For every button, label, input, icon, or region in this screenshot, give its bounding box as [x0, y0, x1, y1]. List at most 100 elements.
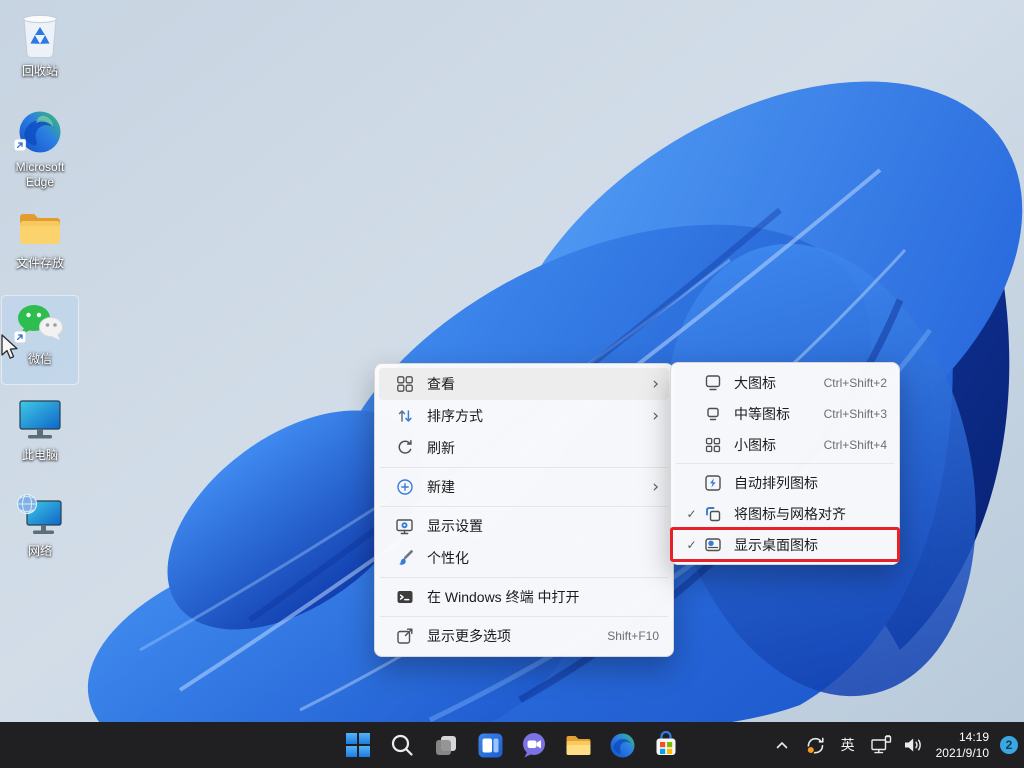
desktop-icon-this-pc[interactable]: 此电脑 — [2, 392, 78, 480]
menu-item-label: 显示设置 — [427, 516, 659, 536]
show-desktop-icons-icon — [704, 536, 722, 554]
menu-item-shortcut: Shift+F10 — [607, 629, 659, 643]
menu-item-refresh[interactable]: 刷新 — [379, 432, 669, 464]
menu-separator — [380, 467, 668, 468]
menu-item-label: 排序方式 — [427, 406, 644, 426]
edge-button[interactable] — [602, 725, 642, 765]
ime-language-indicator[interactable]: 英 — [835, 728, 861, 762]
checkmark-icon: ✓ — [683, 507, 700, 521]
submenu-item-show-desktop-icons[interactable]: ✓ 显示桌面图标 — [675, 529, 895, 560]
widgets-icon — [477, 732, 504, 759]
menu-item-show-more-options[interactable]: 显示更多选项 Shift+F10 — [379, 620, 669, 652]
shortcut-arrow-badge — [14, 138, 26, 156]
speaker-icon — [902, 734, 925, 756]
search-icon — [389, 732, 415, 758]
menu-item-display-settings[interactable]: 显示设置 — [379, 510, 669, 542]
store-button[interactable] — [646, 725, 686, 765]
submenu-item-large-icons[interactable]: 大图标 Ctrl+Shift+2 — [675, 367, 895, 398]
submenu-item-label: 显示桌面图标 — [734, 535, 887, 555]
desktop-icon-recycle-bin[interactable]: 回收站 — [2, 8, 78, 96]
submenu-item-auto-arrange[interactable]: 自动排列图标 — [675, 467, 895, 498]
notification-count-badge[interactable]: 2 — [1000, 736, 1018, 754]
desktop-icon-file-storage[interactable]: 文件存放 — [2, 200, 78, 288]
desktop-icon-network[interactable]: 网络 — [2, 488, 78, 576]
submenu-chevron-icon: › — [652, 376, 659, 393]
menu-separator — [676, 463, 894, 464]
display-settings-icon — [395, 517, 414, 536]
update-restart-icon — [804, 734, 826, 756]
menu-item-label: 个性化 — [427, 548, 659, 568]
checkmark-icon: ✓ — [683, 538, 700, 552]
desktop-icon-label: 此电脑 — [22, 448, 58, 463]
submenu-item-shortcut: Ctrl+Shift+2 — [824, 376, 887, 390]
desktop-icon-microsoft-edge[interactable]: Microsoft Edge — [2, 104, 78, 192]
submenu-chevron-icon: › — [652, 408, 659, 425]
submenu-item-shortcut: Ctrl+Shift+3 — [824, 407, 887, 421]
this-pc-icon — [14, 395, 66, 445]
menu-item-sort-by[interactable]: 排序方式 › — [379, 400, 669, 432]
submenu-item-align-to-grid[interactable]: ✓ 将图标与网格对齐 — [675, 498, 895, 529]
file-explorer-icon — [564, 732, 593, 759]
menu-item-label: 在 Windows 终端 中打开 — [427, 587, 659, 607]
menu-item-label: 查看 — [427, 374, 644, 394]
ethernet-network-icon — [869, 734, 893, 756]
windows-logo-icon — [345, 732, 371, 758]
chat-button[interactable] — [514, 725, 554, 765]
submenu-item-label: 小图标 — [734, 435, 824, 455]
ime-label: 英 — [839, 735, 857, 755]
menu-item-label: 显示更多选项 — [427, 626, 597, 646]
submenu-item-small-icons[interactable]: 小图标 Ctrl+Shift+4 — [675, 429, 895, 460]
network-icon — [14, 491, 66, 541]
desktop-icon-column: 回收站 Microsoft Edge — [2, 8, 78, 584]
folder-icon — [14, 203, 66, 253]
clock-tray-button[interactable]: 14:19 2021/9/10 — [934, 728, 991, 762]
show-hidden-icons-button[interactable] — [769, 728, 795, 762]
view-submenu: 大图标 Ctrl+Shift+2 中等图标 Ctrl+Shift+3 小图标 C… — [670, 362, 900, 565]
file-explorer-button[interactable] — [558, 725, 598, 765]
recycle-bin-icon — [14, 11, 66, 61]
desktop-icon-wechat[interactable]: 微信 — [2, 296, 78, 384]
shortcut-arrow-badge — [14, 330, 26, 348]
search-button[interactable] — [382, 725, 422, 765]
medium-icons-icon — [704, 405, 722, 423]
volume-tray-button[interactable] — [901, 728, 927, 762]
widgets-button[interactable] — [470, 725, 510, 765]
small-icons-icon — [704, 436, 722, 454]
chevron-up-icon — [773, 736, 791, 754]
taskbar: 英 14:19 2021/9/10 2 — [0, 722, 1024, 768]
menu-separator — [380, 506, 668, 507]
terminal-icon — [395, 588, 414, 607]
desktop-icon-label: 微信 — [28, 352, 52, 367]
menu-item-open-windows-terminal[interactable]: 在 Windows 终端 中打开 — [379, 581, 669, 613]
refresh-icon — [395, 439, 414, 458]
submenu-item-label: 将图标与网格对齐 — [734, 504, 887, 524]
menu-separator — [380, 577, 668, 578]
menu-item-new[interactable]: 新建 › — [379, 471, 669, 503]
task-view-button[interactable] — [426, 725, 466, 765]
store-icon — [652, 731, 680, 759]
menu-item-label: 刷新 — [427, 438, 659, 458]
tray-date: 2021/9/10 — [936, 745, 989, 761]
edge-icon — [14, 107, 66, 157]
windows-update-tray-button[interactable] — [802, 728, 828, 762]
more-options-icon — [395, 627, 414, 646]
submenu-item-label: 自动排列图标 — [734, 473, 887, 493]
large-icons-icon — [704, 374, 722, 392]
menu-item-personalize[interactable]: 个性化 — [379, 542, 669, 574]
desktop-icon-label: 文件存放 — [16, 256, 64, 271]
tray-time: 14:19 — [936, 729, 989, 745]
submenu-item-label: 中等图标 — [734, 404, 824, 424]
submenu-item-medium-icons[interactable]: 中等图标 Ctrl+Shift+3 — [675, 398, 895, 429]
network-tray-button[interactable] — [868, 728, 894, 762]
start-button[interactable] — [338, 725, 378, 765]
wechat-icon — [14, 299, 66, 349]
submenu-item-label: 大图标 — [734, 373, 824, 393]
desktop-icon-label: 回收站 — [22, 64, 58, 79]
context-menu: 查看 › 排序方式 › 刷新 新建 › — [374, 363, 674, 657]
taskbar-center-buttons — [338, 725, 686, 765]
menu-item-view[interactable]: 查看 › — [379, 368, 669, 400]
sort-icon — [395, 407, 414, 426]
desktop-icon-label: Microsoft Edge — [2, 160, 78, 190]
align-grid-icon — [704, 505, 722, 523]
submenu-chevron-icon: › — [652, 479, 659, 496]
